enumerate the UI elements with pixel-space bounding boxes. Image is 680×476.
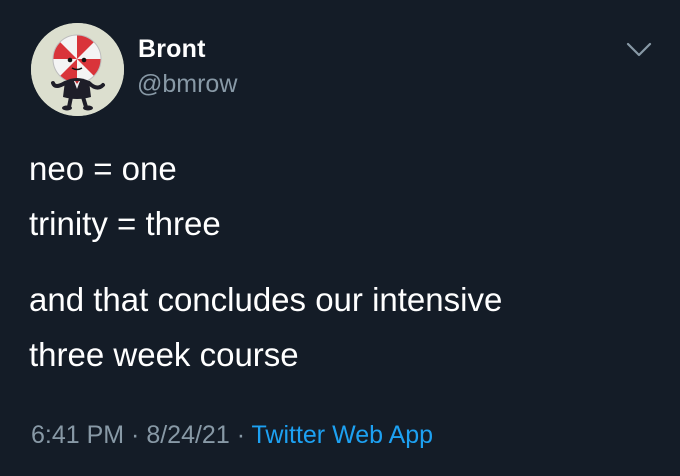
meta-separator: · [229,421,252,449]
chevron-down-icon[interactable] [623,38,655,62]
user-handle[interactable]: @bmrow [137,70,237,99]
tweet-source-link[interactable]: Twitter Web App [252,421,434,449]
avatar[interactable] [31,23,124,116]
tweet-date[interactable]: 8/24/21 [146,421,229,449]
tweet-text-line: neo = one [29,150,177,187]
tweet-text-line: trinity = three [29,205,221,242]
tweet-metadata: 6:41 PM · 8/24/21 · Twitter Web App [31,421,433,450]
meta-separator: · [124,421,147,449]
peppermint-avatar-icon [31,23,124,116]
tweet-text-line: and that concludes our intensive [29,281,503,318]
display-name[interactable]: Bront [138,35,206,64]
tweet-card: Bront @bmrow neo = one trinity = three a… [0,0,680,476]
tweet-text-line: three week course [29,336,299,373]
tweet-time[interactable]: 6:41 PM [31,421,124,449]
